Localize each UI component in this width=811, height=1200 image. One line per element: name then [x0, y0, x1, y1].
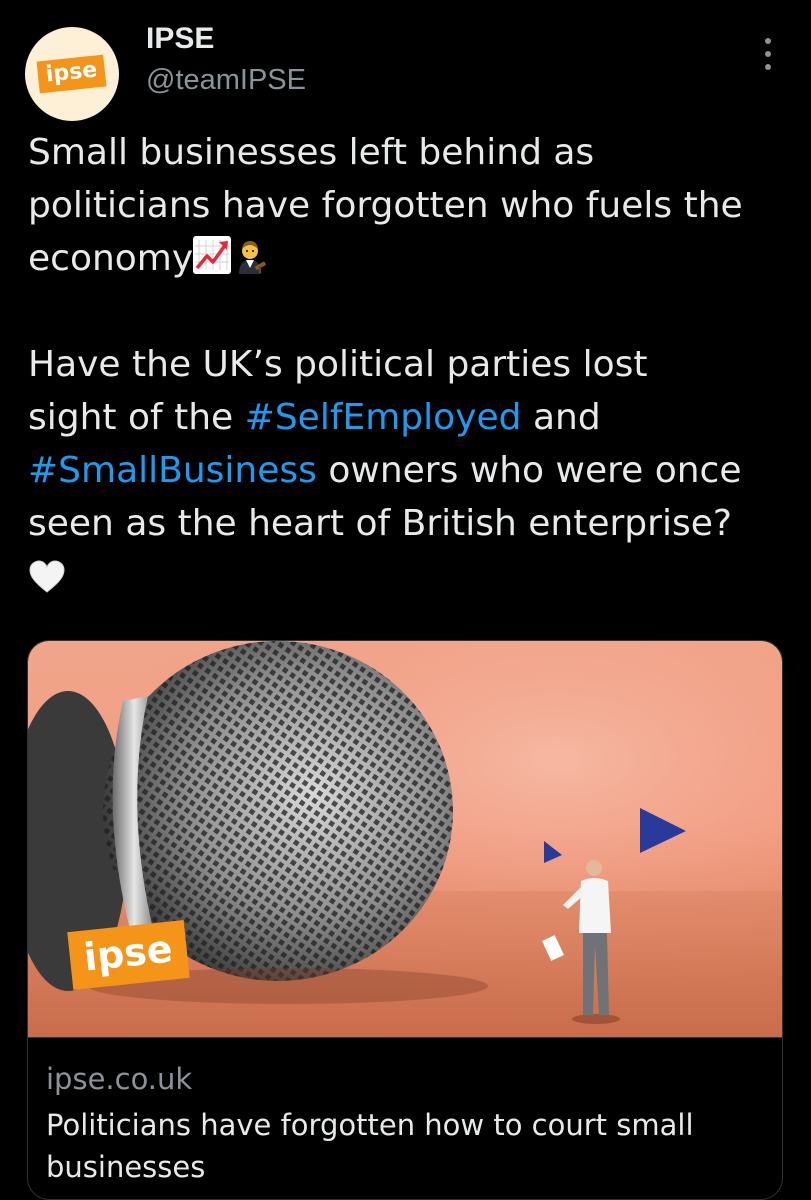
tweet-text: Small businesses left behind as politici…: [28, 126, 798, 603]
more-dot: [765, 51, 771, 57]
author-handle[interactable]: @teamIPSE: [146, 64, 306, 97]
tweet-line: #SmallBusiness owners who were once: [28, 444, 798, 497]
tweet-line-text: sight of the: [28, 397, 245, 438]
avatar[interactable]: ipse: [25, 27, 119, 121]
tweet-line: [28, 550, 798, 603]
link-title: Politicians have forgotten how to court …: [46, 1108, 694, 1184]
hashtag-small-business-link[interactable]: #SmallBusiness: [28, 450, 317, 491]
chart-increasing-emoji-icon: [193, 236, 232, 274]
tweet: ipse IPSE @teamIPSE Small businesses lef…: [0, 0, 811, 1200]
avatar-logo: ipse: [36, 54, 108, 94]
more-dot: [765, 38, 771, 44]
more-dot: [765, 64, 771, 70]
white-heart-emoji-icon: [28, 558, 66, 596]
author-name[interactable]: IPSE: [146, 22, 214, 56]
tweet-line: sight of the #SelfEmployed and: [28, 391, 798, 444]
link-card-meta[interactable]: ipse.co.uk Politicians have forgotten ho…: [28, 1037, 782, 1199]
link-domain: ipse.co.uk: [46, 1062, 193, 1096]
tweet-line-text: owners who were once: [316, 450, 742, 491]
more-options-icon[interactable]: [748, 36, 788, 72]
hashtag-self-employed-link[interactable]: #SelfEmployed: [245, 397, 522, 438]
tweet-line: politicians have forgotten who fuels the: [28, 185, 743, 226]
tweet-line: economy: [28, 232, 798, 285]
tweet-line: Have the UK’s political parties lost: [28, 344, 648, 385]
ipse-image-badge: ipse: [67, 920, 190, 990]
link-card[interactable]: ipse ipse.co.uk Politicians have forgott…: [27, 640, 783, 1200]
tweet-line-text: economy: [28, 238, 194, 279]
link-card-image[interactable]: ipse: [28, 641, 782, 1037]
judge-emoji-icon: [231, 236, 269, 274]
tweet-line: seen as the heart of British enterprise?: [28, 503, 732, 544]
tweet-line-text: and: [521, 397, 601, 438]
tweet-line: Small businesses left behind as: [28, 132, 595, 173]
